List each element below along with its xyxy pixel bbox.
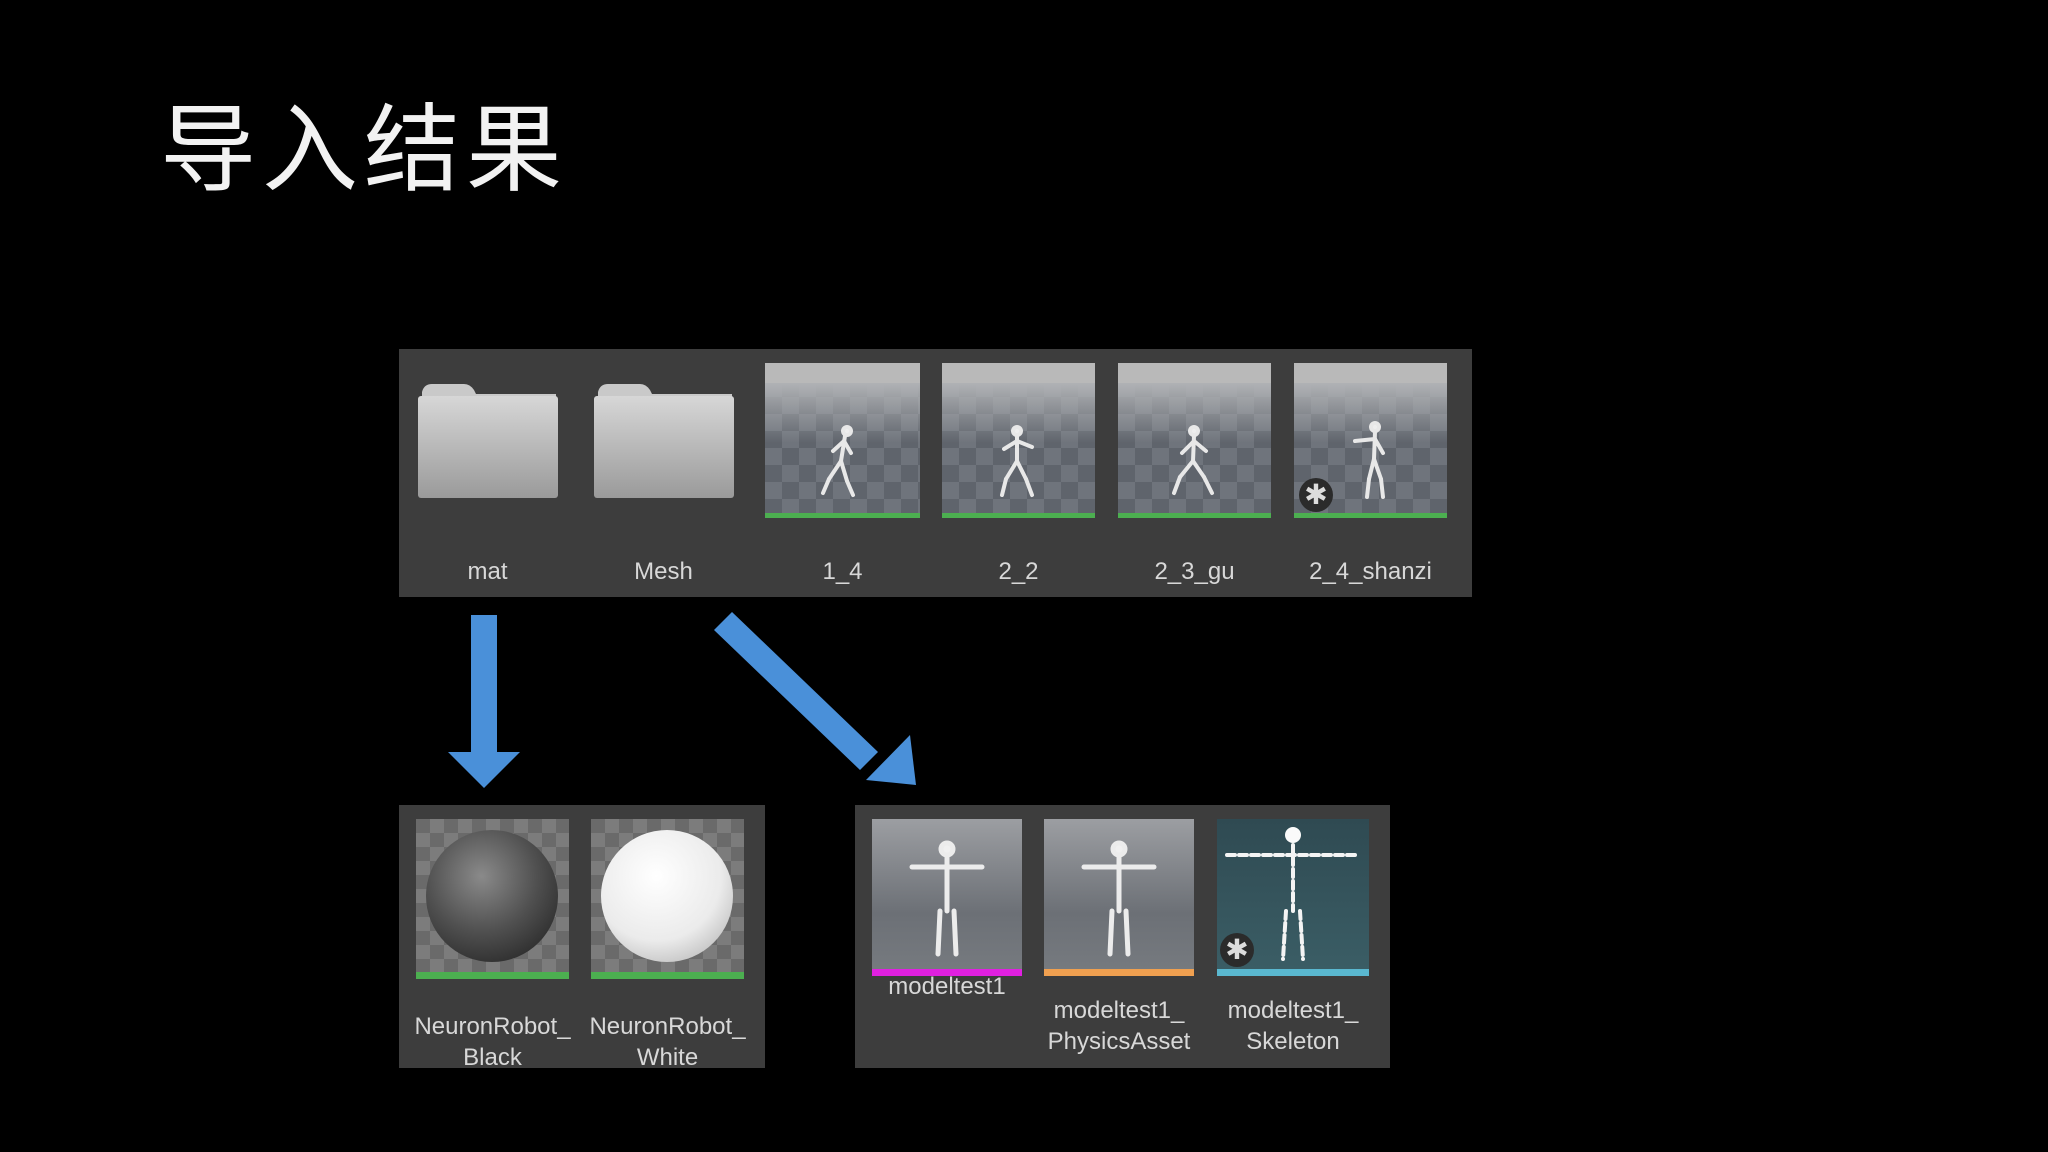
asset-type-bar [1217, 969, 1369, 976]
asset-animation-2-4-shanzi[interactable]: ✱ 2_4_shanzi [1294, 363, 1447, 585]
material-sphere-icon [601, 830, 733, 962]
tile-label: 2_3_gu [1154, 558, 1235, 585]
tile-label: NeuronRobot_ White [589, 1013, 746, 1071]
tile-label: 2_4_shanzi [1309, 558, 1432, 585]
physics-asset-thumbnail [1044, 819, 1194, 976]
material-thumbnail [416, 819, 569, 979]
mesh-folder-panel: modeltest1 modeltest1_ PhysicsAsset ✱ mo… [855, 805, 1390, 1068]
robot-figure-icon [1000, 425, 1034, 497]
robot-figure-icon [1353, 421, 1385, 499]
asset-skeletal-mesh[interactable]: modeltest1 [872, 819, 1022, 1000]
asset-type-bar [765, 513, 920, 518]
skeletal-mesh-icon [909, 840, 985, 957]
robot-figure-icon [1172, 425, 1214, 495]
asset-type-bar [942, 513, 1095, 518]
asset-animation-1-4[interactable]: 1_4 [765, 363, 920, 585]
asset-material-black[interactable]: NeuronRobot_ Black [414, 819, 571, 1071]
tile-label: 2_2 [998, 558, 1039, 585]
tile-label: modeltest1 [888, 973, 1006, 1000]
tile-label: Mesh [634, 558, 693, 585]
material-sphere-icon [426, 830, 558, 962]
folder-icon [594, 384, 734, 498]
asset-type-bar [1294, 513, 1447, 518]
asset-type-bar [591, 972, 744, 979]
animation-thumbnail [942, 363, 1095, 518]
robot-figure-icon [821, 425, 855, 497]
asset-skeleton[interactable]: ✱ modeltest1_ Skeleton [1217, 819, 1369, 1055]
folder-mat[interactable]: mat [416, 382, 559, 585]
animation-thumbnail [1118, 363, 1271, 518]
tile-label: modeltest1_ PhysicsAsset [1047, 997, 1191, 1055]
folder-icon [418, 384, 558, 498]
skeleton-thumbnail: ✱ [1217, 819, 1369, 976]
star-badge-icon: ✱ [1220, 933, 1254, 967]
asset-animation-2-2[interactable]: 2_2 [942, 363, 1095, 585]
material-thumbnail [591, 819, 744, 979]
slide-title: 导入结果 [160, 94, 568, 206]
content-browser-root-panel: mat Mesh 1_4 2_2 2_3_gu ✱ 2_4_shanzi [399, 349, 1472, 597]
material-folder-panel: NeuronRobot_ Black NeuronRobot_ White [399, 805, 765, 1071]
asset-material-white[interactable]: NeuronRobot_ White [589, 819, 746, 1071]
physics-asset-icon [1081, 840, 1157, 957]
tile-label: NeuronRobot_ Black [414, 1013, 571, 1071]
tile-label: 1_4 [822, 558, 863, 585]
asset-type-bar [1044, 969, 1194, 976]
asset-type-bar [416, 972, 569, 979]
animation-thumbnail [765, 363, 920, 518]
asset-physics-asset[interactable]: modeltest1_ PhysicsAsset [1044, 819, 1194, 1055]
asset-animation-2-3-gu[interactable]: 2_3_gu [1118, 363, 1271, 585]
star-badge-icon: ✱ [1299, 478, 1333, 512]
asset-type-bar [1118, 513, 1271, 518]
animation-thumbnail: ✱ [1294, 363, 1447, 518]
tile-label: modeltest1_ Skeleton [1227, 997, 1359, 1055]
tile-label: mat [467, 558, 508, 585]
folder-mesh[interactable]: Mesh [592, 382, 735, 585]
skeletal-mesh-thumbnail [872, 819, 1022, 976]
